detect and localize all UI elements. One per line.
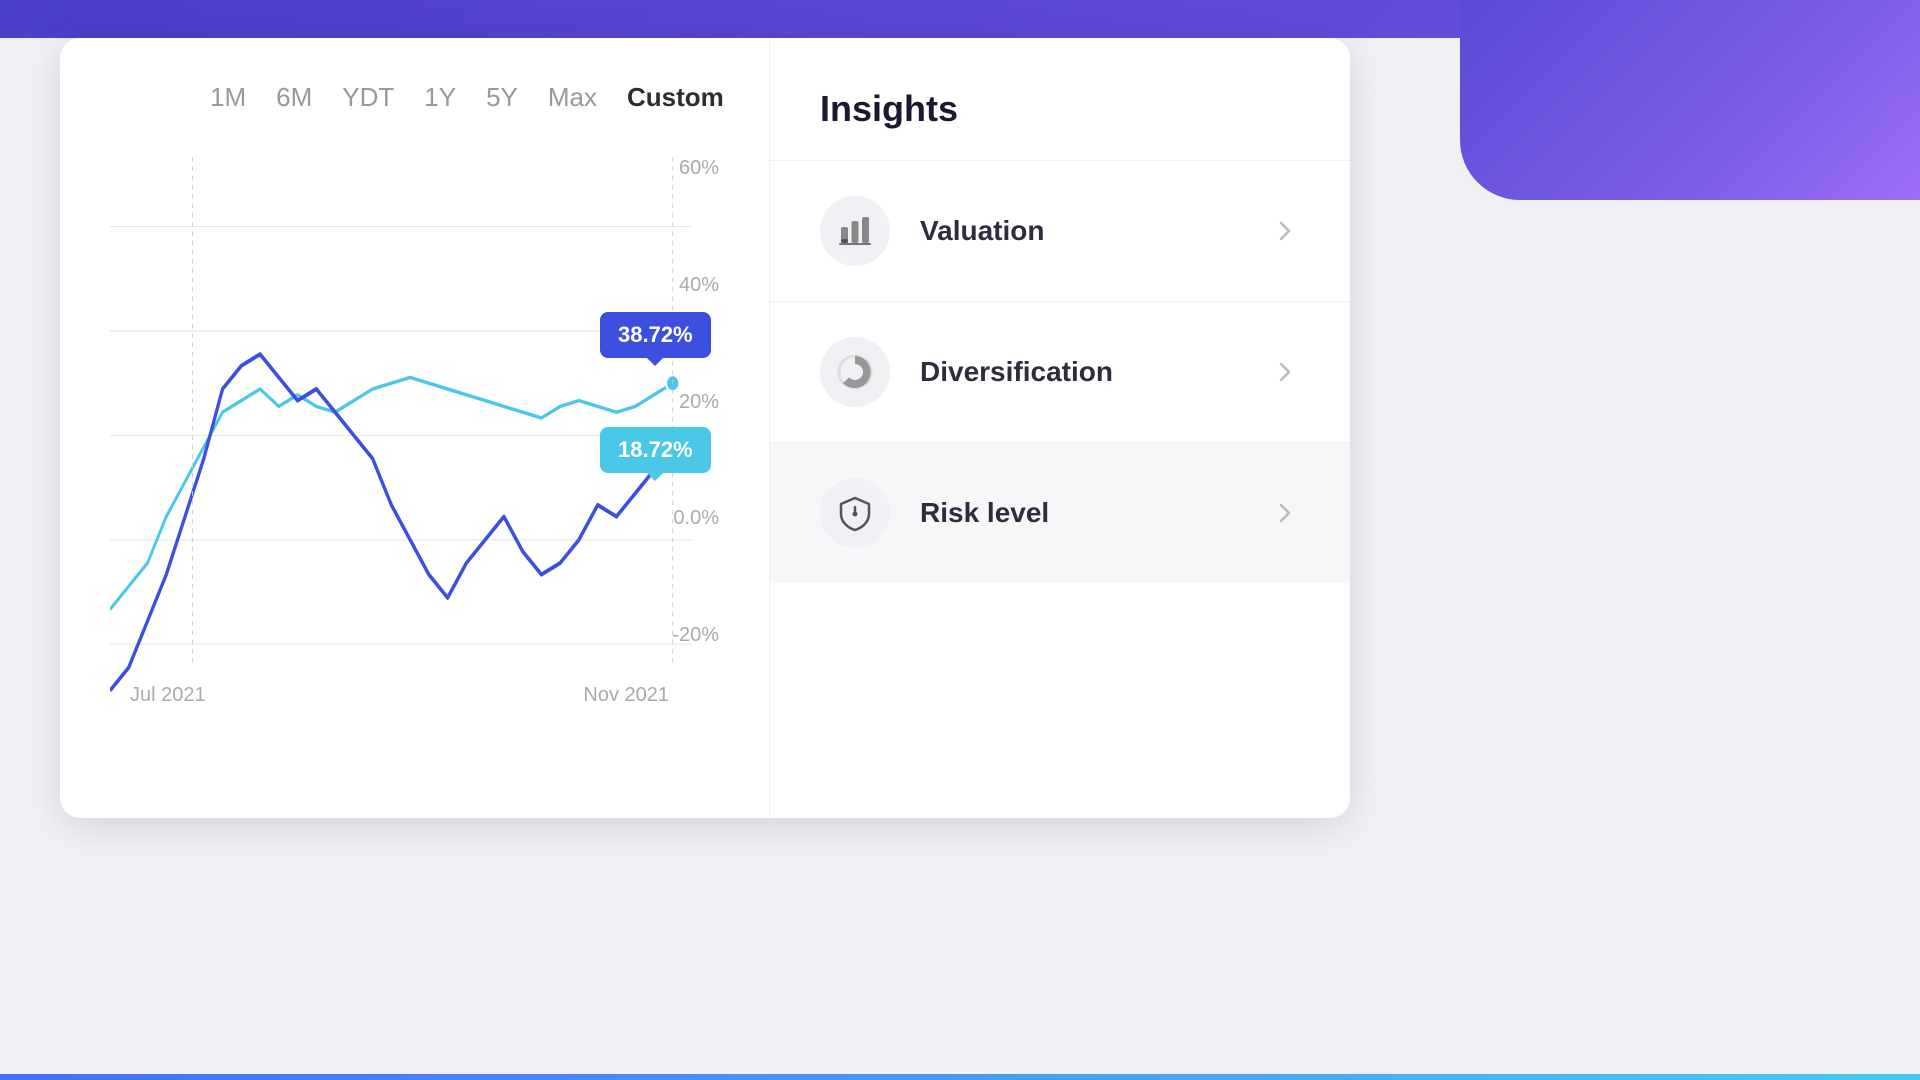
risk-level-label: Risk level — [920, 497, 1270, 529]
y-label-neg20: -20% — [672, 624, 719, 647]
valuation-label: Valuation — [920, 215, 1270, 247]
bottom-bar — [0, 1074, 1920, 1080]
filter-5y[interactable]: 5Y — [486, 78, 518, 117]
time-filters: 1M 6M YDT 1Y 5Y Max Custom — [110, 78, 729, 117]
x-axis-labels: Jul 2021 Nov 2021 — [130, 684, 669, 707]
tooltip-dark-blue: 38.72% — [600, 312, 711, 358]
y-label-0: 0.0% — [673, 507, 719, 530]
pie-chart-icon — [836, 353, 874, 391]
chart-area: 60% 40% 20% 0.0% -20% 38.72% 18.72% Jul … — [110, 157, 729, 737]
filter-1m[interactable]: 1M — [210, 78, 246, 117]
insight-item-valuation[interactable]: Valuation — [770, 161, 1350, 302]
filter-6m[interactable]: 6M — [276, 78, 312, 117]
filter-custom[interactable]: Custom — [627, 78, 724, 117]
shield-icon — [836, 494, 874, 532]
filter-ydt[interactable]: YDT — [342, 78, 394, 117]
filter-max[interactable]: Max — [548, 78, 597, 117]
tooltip-cyan: 18.72% — [600, 427, 711, 473]
y-label-20: 20% — [679, 391, 719, 414]
valuation-icon-wrap — [820, 196, 890, 266]
insight-item-diversification[interactable]: Diversification — [770, 302, 1350, 443]
insights-panel: Insights Valuation — [770, 38, 1350, 818]
chart-panel: 1M 6M YDT 1Y 5Y Max Custom — [60, 38, 770, 818]
diversification-label: Diversification — [920, 356, 1270, 388]
x-label-nov2021: Nov 2021 — [583, 684, 669, 707]
insights-title: Insights — [770, 88, 1350, 130]
x-label-jul2021: Jul 2021 — [130, 684, 206, 707]
diversification-arrow — [1270, 357, 1300, 387]
y-label-40: 40% — [679, 274, 719, 297]
main-card: 1M 6M YDT 1Y 5Y Max Custom — [60, 38, 1350, 818]
bar-chart-icon — [837, 213, 873, 249]
valuation-arrow — [1270, 216, 1300, 246]
risk-level-arrow — [1270, 498, 1300, 528]
y-label-60: 60% — [679, 157, 719, 180]
filter-1y[interactable]: 1Y — [424, 78, 456, 117]
insight-item-risk-level[interactable]: Risk level — [770, 443, 1350, 583]
risk-level-icon-wrap — [820, 478, 890, 548]
y-axis-labels: 60% 40% 20% 0.0% -20% — [672, 157, 719, 647]
top-right-accent — [1460, 0, 1920, 200]
diversification-icon-wrap — [820, 337, 890, 407]
